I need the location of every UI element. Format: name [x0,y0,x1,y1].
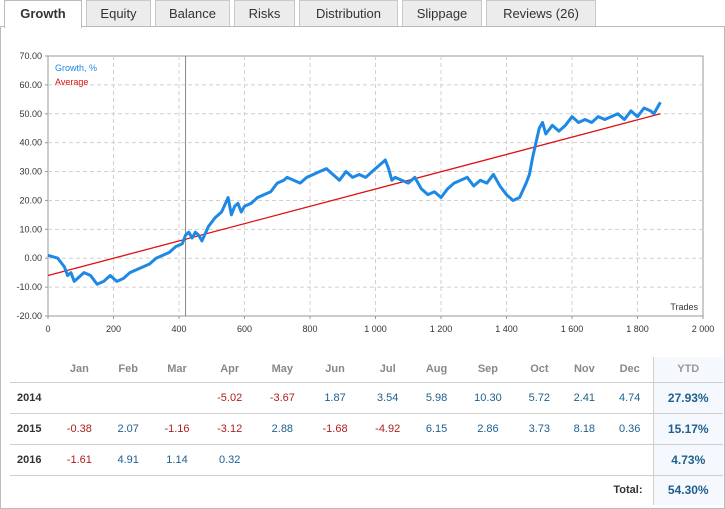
ytd-header: YTD [652,357,723,383]
month-header: Dec [606,357,653,383]
month-value-cell: 1.87 [308,382,362,414]
month-value-cell: 10.30 [459,382,517,414]
month-header: Feb [105,357,151,383]
tab-bar: Growth Equity Balance Risks Distribution… [0,0,725,28]
tab-slippage[interactable]: Slippage [402,0,482,26]
month-header: Jul [361,357,415,383]
month-value-cell [516,444,562,476]
month-header: Oct [516,357,562,383]
year-cell: 2016 [10,444,53,476]
tab-distribution[interactable]: Distribution [299,0,398,26]
month-value-cell: 3.54 [361,382,415,414]
tab-reviews[interactable]: Reviews (26) [486,0,596,26]
x-tick-label: 1 800 [626,324,649,334]
month-header: Apr [203,357,257,383]
y-tick-label: 10.00 [19,224,42,234]
month-header: Aug [414,357,460,383]
month-value-cell: 6.15 [414,413,460,445]
y-tick-label: 60.00 [19,80,42,90]
month-value-cell [561,444,607,476]
table-row: 2016 -1.61 4.91 1.14 0.32 4.73% [10,444,723,476]
month-value-cell [308,444,362,476]
month-value-cell: 4.74 [606,382,653,414]
month-value-cell: -0.38 [53,413,106,445]
month-value-cell: 5.98 [414,382,460,414]
table-row: 2014 -5.02 -3.67 1.87 3.54 5.98 10.30 5.72 2.41 4… [10,382,723,414]
y-tick-label: 40.00 [19,138,42,148]
month-value-cell [53,382,106,414]
x-tick-label: 1 400 [495,324,518,334]
month-value-cell: 3.73 [516,413,562,445]
table-row: 2015 -0.38 2.07 -1.16 -3.12 2.88 -1.68 -4.92 6.1… [10,413,723,445]
month-header: Mar [150,357,204,383]
month-header: Jun [308,357,362,383]
month-value-cell: 2.88 [256,413,309,445]
y-tick-label: -20.00 [16,311,42,321]
month-value-cell: 1.14 [150,444,204,476]
tab-equity[interactable]: Equity [86,0,151,26]
month-value-cell: -1.61 [53,444,106,476]
year-cell: 2015 [10,413,53,445]
y-tick-label: 70.00 [19,51,42,61]
month-value-cell: 8.18 [561,413,607,445]
y-tick-label: 50.00 [19,109,42,119]
total-value: 54.30% [652,475,723,505]
x-tick-label: 200 [106,324,121,334]
month-value-cell: -3.67 [256,382,309,414]
month-value-cell [414,444,460,476]
y-tick-label: 30.00 [19,167,42,177]
month-value-cell: -1.16 [150,413,204,445]
y-tick-label: 20.00 [19,195,42,205]
month-value-cell: 5.72 [516,382,562,414]
x-tick-label: 0 [45,324,50,334]
month-value-cell: 0.36 [606,413,653,445]
y-tick-label: -10.00 [16,282,42,292]
x-tick-label: 2 000 [692,324,715,334]
table-body: 2014 -5.02 -3.67 1.87 3.54 5.98 10.30 5.72 2.41 4… [10,382,723,505]
ytd-value-cell: 15.17% [652,413,723,445]
total-label: Total: [613,484,643,497]
month-value-cell: 2.41 [561,382,607,414]
month-value-cell: -3.12 [203,413,257,445]
month-value-cell [459,444,517,476]
ytd-value-cell: 4.73% [652,444,723,476]
month-value-cell: -4.92 [361,413,415,445]
tab-balance[interactable]: Balance [155,0,230,26]
month-value-cell [361,444,415,476]
month-header: Sep [459,357,517,383]
ytd-value-cell: 27.93% [652,382,723,414]
month-header: May [256,357,309,383]
month-header: Jan [53,357,106,383]
month-value-cell [105,382,151,414]
year-cell: 2014 [10,382,53,414]
y-tick-label: 0.00 [24,253,42,263]
month-value-cell: 0.32 [203,444,257,476]
month-value-cell: 4.91 [105,444,151,476]
month-value-cell: 2.07 [105,413,151,445]
x-tick-label: 800 [302,324,317,334]
x-tick-label: 1 200 [430,324,453,334]
month-value-cell [256,444,309,476]
month-value-cell: -1.68 [308,413,362,445]
x-tick-label: 1 000 [364,324,387,334]
growth-chart: 70.00 60.00 50.00 40.00 30.00 20.00 10.00 0.00 -… [16,51,715,334]
legend-average: Average [55,77,88,87]
x-tick-label: 600 [237,324,252,334]
month-value-cell: -5.02 [203,382,257,414]
total-row: Total: 54.30% [10,475,723,505]
year-column-header [10,357,53,383]
month-value-cell [150,382,204,414]
month-value-cell: 2.86 [459,413,517,445]
monthly-growth-table: Jan Feb Mar Apr May Jun Jul Aug Sep Oct Nov Dec YTD … [10,357,723,505]
x-axis-label: Trades [670,302,698,312]
table-header-row: Jan Feb Mar Apr May Jun Jul Aug Sep Oct Nov Dec YTD [10,357,723,383]
x-tick-label: 1 600 [561,324,584,334]
x-tick-label: 400 [171,324,186,334]
tab-growth[interactable]: Growth [4,0,82,28]
tab-risks[interactable]: Risks [234,0,295,26]
month-header: Nov [561,357,607,383]
legend-growth: Growth, % [55,63,97,73]
month-value-cell [606,444,653,476]
